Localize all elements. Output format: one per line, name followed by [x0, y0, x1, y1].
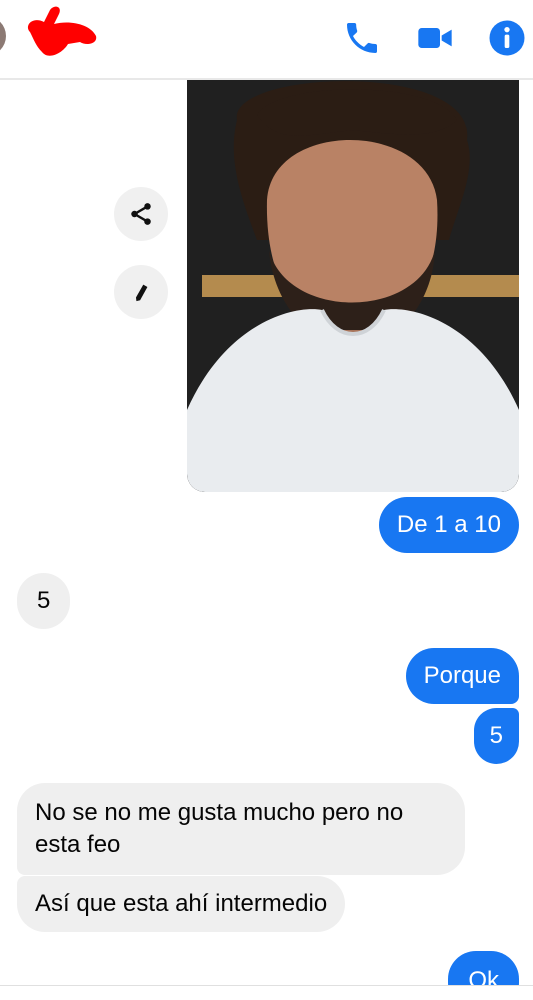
- message-bubble-incoming: 5: [17, 573, 71, 629]
- message-bubble-outgoing: Porque: [405, 648, 519, 704]
- conversation-header: [0, 0, 533, 80]
- message-bubble-outgoing: 5: [473, 708, 519, 764]
- message-bubble-incoming: No se no me gusta mucho pero no esta feo: [17, 783, 465, 875]
- redaction-scribble: [27, 6, 97, 56]
- edit-button[interactable]: [114, 265, 168, 319]
- composer-edge: [0, 985, 533, 1000]
- message-bubble-incoming: Así que esta ahí intermedio: [17, 876, 346, 932]
- phone-icon[interactable]: [342, 18, 382, 58]
- video-camera-icon[interactable]: [415, 18, 455, 58]
- message-bubble-outgoing: De 1 a 10: [378, 497, 519, 553]
- pencil-icon: [135, 284, 148, 302]
- contact-avatar[interactable]: [0, 16, 6, 56]
- share-button[interactable]: [114, 187, 168, 241]
- shared-photo[interactable]: [187, 80, 519, 492]
- info-icon[interactable]: [487, 18, 527, 58]
- share-icon: [131, 203, 151, 225]
